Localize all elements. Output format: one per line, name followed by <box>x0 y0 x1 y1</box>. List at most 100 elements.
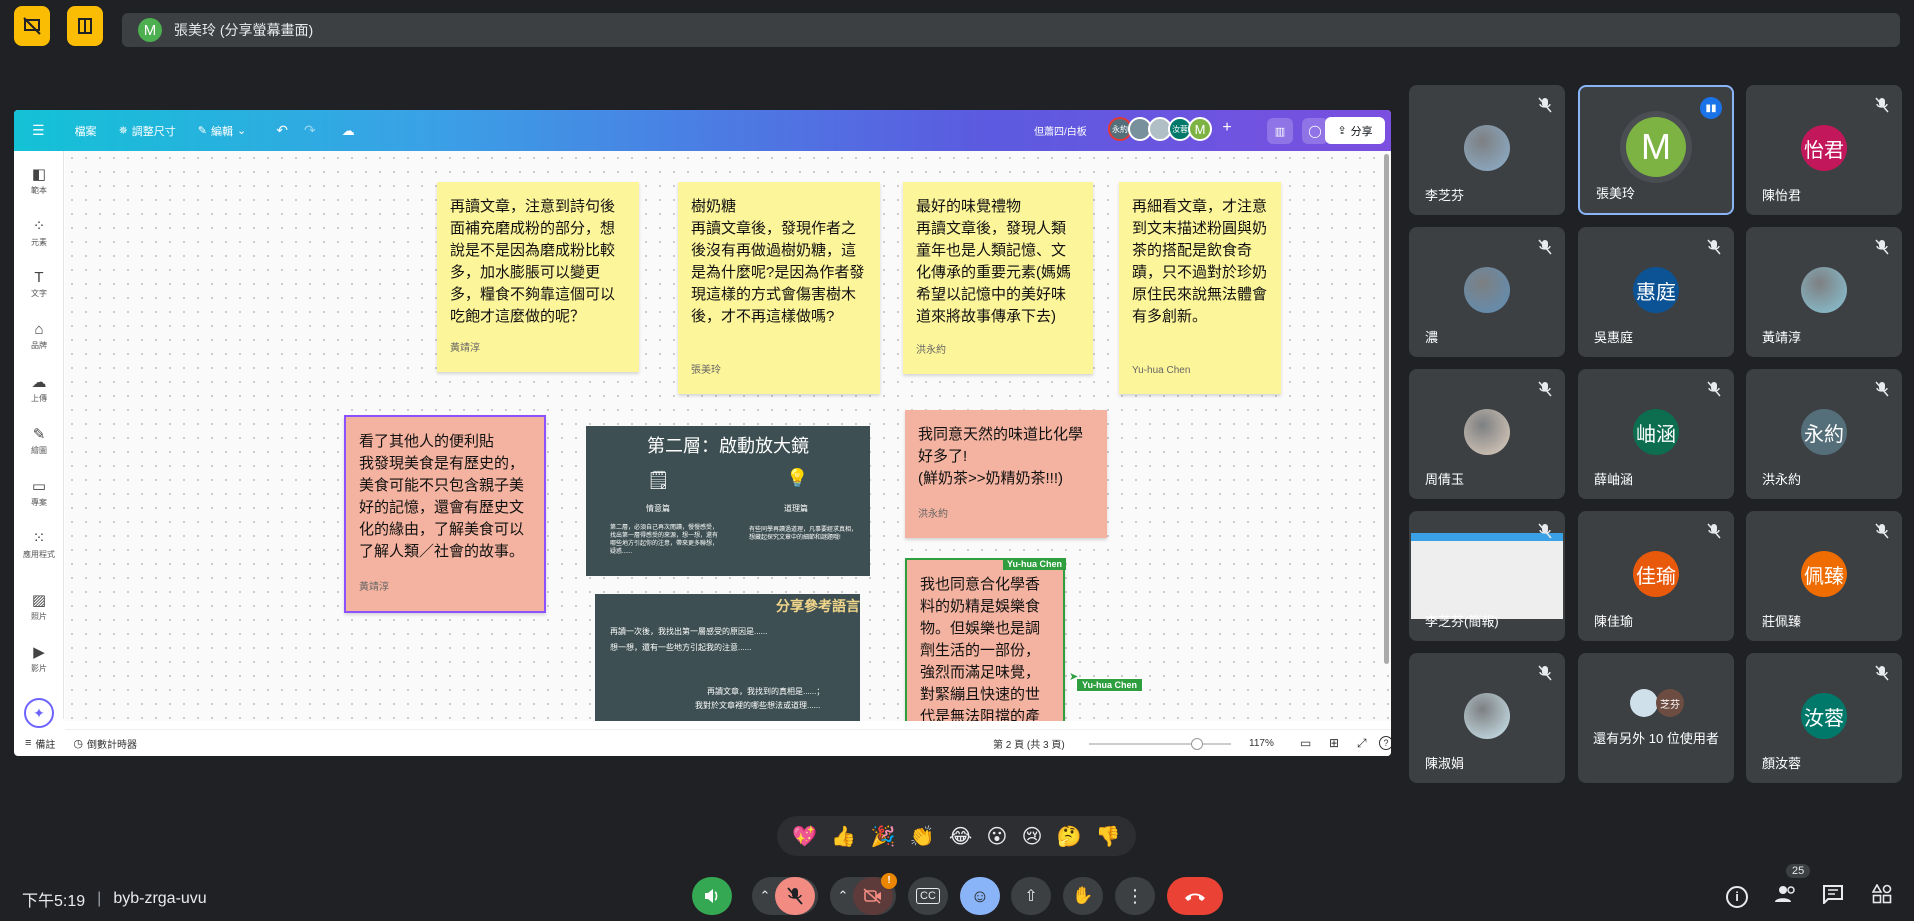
hamburger-icon[interactable]: ☰ <box>32 122 45 139</box>
notes-button[interactable]: 備註 <box>35 736 55 751</box>
participant-count-badge: 25 <box>1786 864 1811 878</box>
menu-file[interactable]: 檔案 <box>75 123 97 139</box>
sad-reaction-icon[interactable]: 😢 <box>1022 824 1043 849</box>
tool-apps[interactable]: ⁙ 應用程式 <box>14 529 64 560</box>
zoom-level[interactable]: 117% <box>1249 738 1274 749</box>
more-options-button[interactable]: ⋮ <box>1115 877 1155 915</box>
participant-tile[interactable]: 周倩玉 <box>1409 369 1565 499</box>
canvas-scrollbar[interactable] <box>1384 154 1389 664</box>
layout-icon[interactable] <box>67 6 103 46</box>
redo-icon[interactable]: ↷ <box>304 122 316 139</box>
help-icon[interactable]: ? <box>1379 736 1391 750</box>
heart-reaction-icon[interactable]: 💖 <box>792 824 817 849</box>
sticky-note[interactable]: 我同意天然的味道比化學好多了! (鮮奶茶>>奶精奶茶!!!) 洪永約 <box>905 410 1107 538</box>
clap-reaction-icon[interactable]: 👏 <box>910 824 935 849</box>
menu-resize[interactable]: ✵ 調整尺寸 <box>119 123 176 139</box>
participant-tile[interactable]: 岫涵 薛岫涵 <box>1578 369 1734 499</box>
reactions-button[interactable]: ☺ <box>960 877 1000 915</box>
participant-tile[interactable]: 濃 <box>1409 227 1565 357</box>
participant-tile[interactable]: 惠庭 吳惠庭 <box>1578 227 1734 357</box>
tool-draw[interactable]: ✎ 繪圖 <box>14 425 64 456</box>
undo-icon[interactable]: ↶ <box>276 122 288 139</box>
tool-projects[interactable]: ▭ 專案 <box>14 477 64 508</box>
thumbs-down-reaction-icon[interactable]: 👎 <box>1096 824 1121 849</box>
slide-share-language[interactable]: 分享參考語言 再讀一次後，我找出第一層感受的原因是...... 想一想，還有一些… <box>595 594 860 721</box>
slide-magnifier[interactable]: 第二層：啟動放大鏡 🗒 💡 情意篇 道理篇 第二層，必須自己再次閱讀，慢慢感受，… <box>586 426 870 576</box>
meeting-details-icon[interactable]: i <box>1726 886 1748 908</box>
participant-tile[interactable]: M ▮▮ 張美玲 <box>1578 85 1734 215</box>
share-button[interactable]: ⇪ 分享 <box>1325 117 1385 144</box>
surprised-reaction-icon[interactable]: 😮 <box>986 824 1007 849</box>
mic-off-icon <box>1706 239 1722 255</box>
sticky-note[interactable]: 樹奶糖 再讀文章後，發現作者之後沒有再做過樹奶糖，這是為什麼呢?是因為作者發現這… <box>678 182 880 394</box>
whiteboard-canvas[interactable]: 再讀文章，注意到詩句後面補充磨成粉的部分，想說是不是因為磨成粉比較多，加水膨脹可… <box>65 151 1391 721</box>
camera-options-chevron-icon[interactable]: ⌃ <box>833 888 853 904</box>
draw-icon: ✎ <box>32 426 46 443</box>
participant-tile[interactable]: 芝芬 還有另外 10 位使用者 <box>1578 653 1734 783</box>
sticky-note[interactable]: 再讀文章，注意到詩句後面補充磨成粉的部分，想說是不是因為磨成粉比較多，加水膨脹可… <box>437 182 639 372</box>
participant-tile[interactable]: 陳淑娟 <box>1409 653 1565 783</box>
note-text: 再讀文章，注意到詩句後面補充磨成粉的部分，想說是不是因為磨成粉比較多，加水膨脹可… <box>450 198 616 325</box>
tool-brand[interactable]: ⌂ 品牌 <box>14 321 64 351</box>
participant-name: 陳淑娟 <box>1425 756 1465 771</box>
participant-avatar: 怡君 <box>1801 125 1847 171</box>
tool-label: 繪圖 <box>31 446 47 455</box>
camera-toggle-button[interactable]: ! <box>853 873 897 915</box>
slide-title: 第二層：啟動放大鏡 <box>647 436 809 456</box>
tool-templates[interactable]: ◧ 範本 <box>14 165 64 196</box>
zoom-slider[interactable] <box>1089 738 1231 750</box>
participant-tile[interactable]: 永約 洪永約 <box>1746 369 1902 499</box>
tool-videos[interactable]: ▶ 影片 <box>14 643 64 674</box>
laugh-reaction-icon[interactable]: 😂 <box>949 824 972 849</box>
page-view-icon[interactable]: ▭ <box>1300 736 1311 750</box>
sticky-note-being-edited[interactable]: 我也同意合化學香料的奶精是娛樂食物。但娛樂也是調劑生活的一部份，強烈而滿足味覺，… <box>905 558 1065 721</box>
participant-tile[interactable]: 汝蓉 顏汝蓉 <box>1746 653 1902 783</box>
participant-tile[interactable]: 怡君陳怡君 <box>1746 85 1902 215</box>
tool-photos[interactable]: ▨ 照片 <box>14 591 64 622</box>
timer-button[interactable]: 倒數計時器 <box>87 736 137 751</box>
insights-icon[interactable]: ▥ <box>1267 118 1293 144</box>
slide-line: 再讀文章，我找到的真相是......； <box>707 687 825 696</box>
thumbs-up-reaction-icon[interactable]: 👍 <box>831 824 856 849</box>
menu-edit[interactable]: ✎ 編輯 ⌄ <box>198 123 246 139</box>
activities-icon[interactable] <box>1871 883 1892 909</box>
collaborator-avatars: 永約 汝蓉 M + <box>1108 117 1238 141</box>
participant-tile[interactable]: 佩臻 莊佩臻 <box>1746 511 1902 641</box>
present-button[interactable]: ⇧ <box>1011 877 1051 915</box>
cloud-save-icon[interactable]: ☁ <box>342 123 355 139</box>
grid-view-icon[interactable]: ⊞ <box>1329 736 1339 750</box>
sticky-note[interactable]: 再細看文章，才注意到文末描述粉圓與奶茶的搭配是飲食奇蹟，只不過對於珍奶原住民來說… <box>1119 182 1281 394</box>
tool-label: 上傳 <box>31 394 47 403</box>
tool-elements[interactable]: ⁘ 元素 <box>14 217 64 248</box>
captions-button[interactable]: CC <box>908 877 948 915</box>
participant-tile[interactable]: 李芝芬(簡報) <box>1409 511 1565 641</box>
raise-hand-button[interactable]: ✋ <box>1063 877 1103 915</box>
participant-tile[interactable]: 黃靖淳 <box>1746 227 1902 357</box>
participant-name: 陳怡君 <box>1762 188 1802 203</box>
mic-off-icon <box>1874 665 1890 681</box>
people-button[interactable]: 25 <box>1774 864 1811 909</box>
tool-text[interactable]: T 文字 <box>14 269 64 299</box>
leave-call-button[interactable] <box>1167 877 1223 915</box>
zoom-slider-knob[interactable] <box>1191 738 1204 750</box>
chat-icon[interactable] <box>1822 884 1844 909</box>
mic-toggle-button[interactable] <box>775 877 815 915</box>
timer-icon[interactable]: ◷ <box>73 737 83 750</box>
thinking-reaction-icon[interactable]: 🤔 <box>1057 824 1082 849</box>
fullscreen-icon[interactable]: ⤢ <box>1357 736 1367 751</box>
sticky-note[interactable]: 最好的味覺禮物 再讀文章後，發現人類童年也是人類記憶、文化傳承的重要元素(媽媽希… <box>903 182 1093 374</box>
add-collaborator-icon[interactable]: + <box>1216 117 1238 139</box>
audio-output-button[interactable] <box>692 877 732 915</box>
participant-tile[interactable]: 李芝芬 <box>1409 85 1565 215</box>
video-icon: ▶ <box>33 644 45 661</box>
tool-upload[interactable]: ☁ 上傳 <box>14 373 64 404</box>
participant-tile[interactable]: 佳瑜 陳佳瑜 <box>1578 511 1734 641</box>
apps-icon: ⁙ <box>32 530 46 547</box>
pin-presentation-icon[interactable] <box>14 6 50 46</box>
party-reaction-icon[interactable]: 🎉 <box>870 824 895 849</box>
brand-icon: ⌂ <box>34 321 44 338</box>
notes-icon[interactable]: ≡ <box>25 737 31 749</box>
sticky-note-selected[interactable]: 看了其他人的便利貼 我發現美食是有歷史的，美食可能不只包含親子美好的記憶，還會有… <box>344 415 546 613</box>
magic-assistant-icon[interactable]: ✦ <box>24 698 54 728</box>
mic-options-chevron-icon[interactable]: ⌃ <box>755 888 775 904</box>
